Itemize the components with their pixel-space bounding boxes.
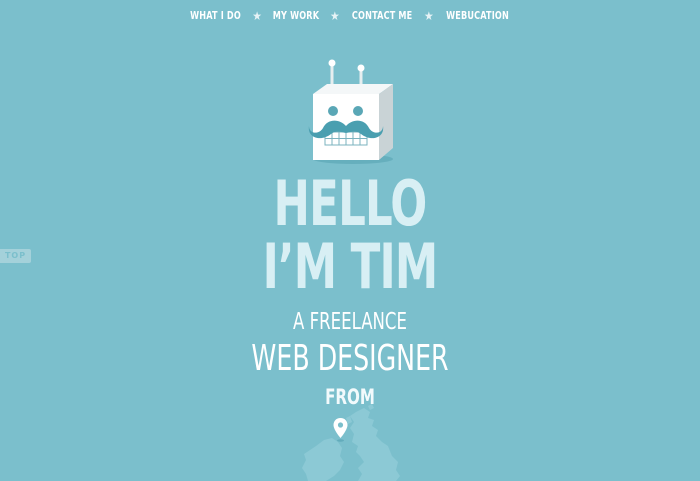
hero-heading-line1: HELLO xyxy=(273,167,428,240)
nav-what-i-do[interactable]: WHAT I DO xyxy=(190,10,241,22)
page: WHAT I DO ★ MY WORK ★ CONTACT ME ★ WEBUC… xyxy=(0,0,700,481)
back-to-top-button[interactable]: TOP xyxy=(0,249,31,263)
star-icon: ★ xyxy=(423,9,434,23)
nav-contact-me[interactable]: CONTACT ME xyxy=(352,10,412,22)
uk-ireland-map xyxy=(302,404,400,481)
hero-heading-line2: I’M TIM xyxy=(262,230,439,303)
robot-mustache-icon xyxy=(308,59,393,164)
star-icon: ★ xyxy=(252,9,262,23)
tagline-freelance: A FREELANCE xyxy=(293,309,407,335)
nav-my-work[interactable]: MY WORK xyxy=(273,10,319,22)
map-pin-icon xyxy=(333,418,348,442)
main-nav: WHAT I DO ★ MY WORK ★ CONTACT ME ★ WEBUC… xyxy=(0,10,700,22)
star-icon: ★ xyxy=(329,9,340,23)
nav-webucation[interactable]: WEBUCATION xyxy=(446,10,509,22)
tagline-web-designer: WEB DESIGNER xyxy=(251,338,449,379)
